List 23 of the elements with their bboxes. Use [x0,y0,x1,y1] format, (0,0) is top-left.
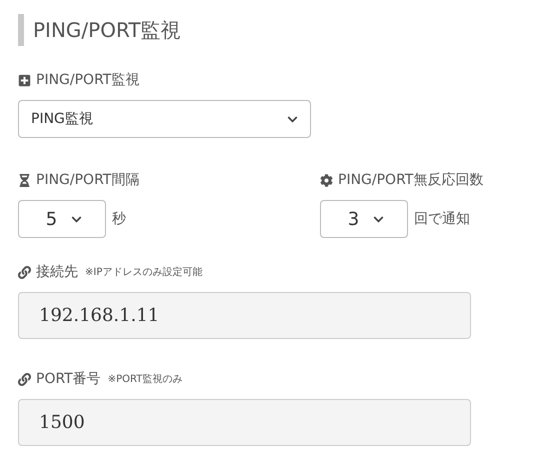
field-note: ※IPアドレスのみ設定可能 [85,266,202,279]
section-title: PING/PORT監視 [33,16,181,44]
chevron-down-icon [71,214,82,224]
heading-bar [18,14,24,46]
link-icon [18,372,31,386]
link-icon [18,266,31,278]
destination-field[interactable]: 192.168.1.11 [18,292,471,339]
field-label: PING/PORT間隔 [36,171,140,189]
field-label: PING/PORT監視 [36,71,140,89]
field-label: PORT番号 [36,370,101,388]
port-field[interactable]: 1500 [18,399,471,446]
field-note: ※PORT監視のみ [108,372,182,386]
field-label: PING/PORT無反応回数 [338,171,484,189]
monitor-type-select[interactable]: PING監視 [18,100,311,138]
chevron-down-icon [287,114,298,124]
interval-select[interactable]: 5 [18,200,106,238]
retry-count-select[interactable]: 3 [320,200,408,238]
hourglass-icon [18,174,31,186]
field-label: 接続先 [36,263,78,281]
chevron-down-icon [373,214,384,224]
unit-label: 回で通知 [414,210,470,228]
unit-label: 秒 [112,210,126,228]
gear-icon [320,174,333,186]
